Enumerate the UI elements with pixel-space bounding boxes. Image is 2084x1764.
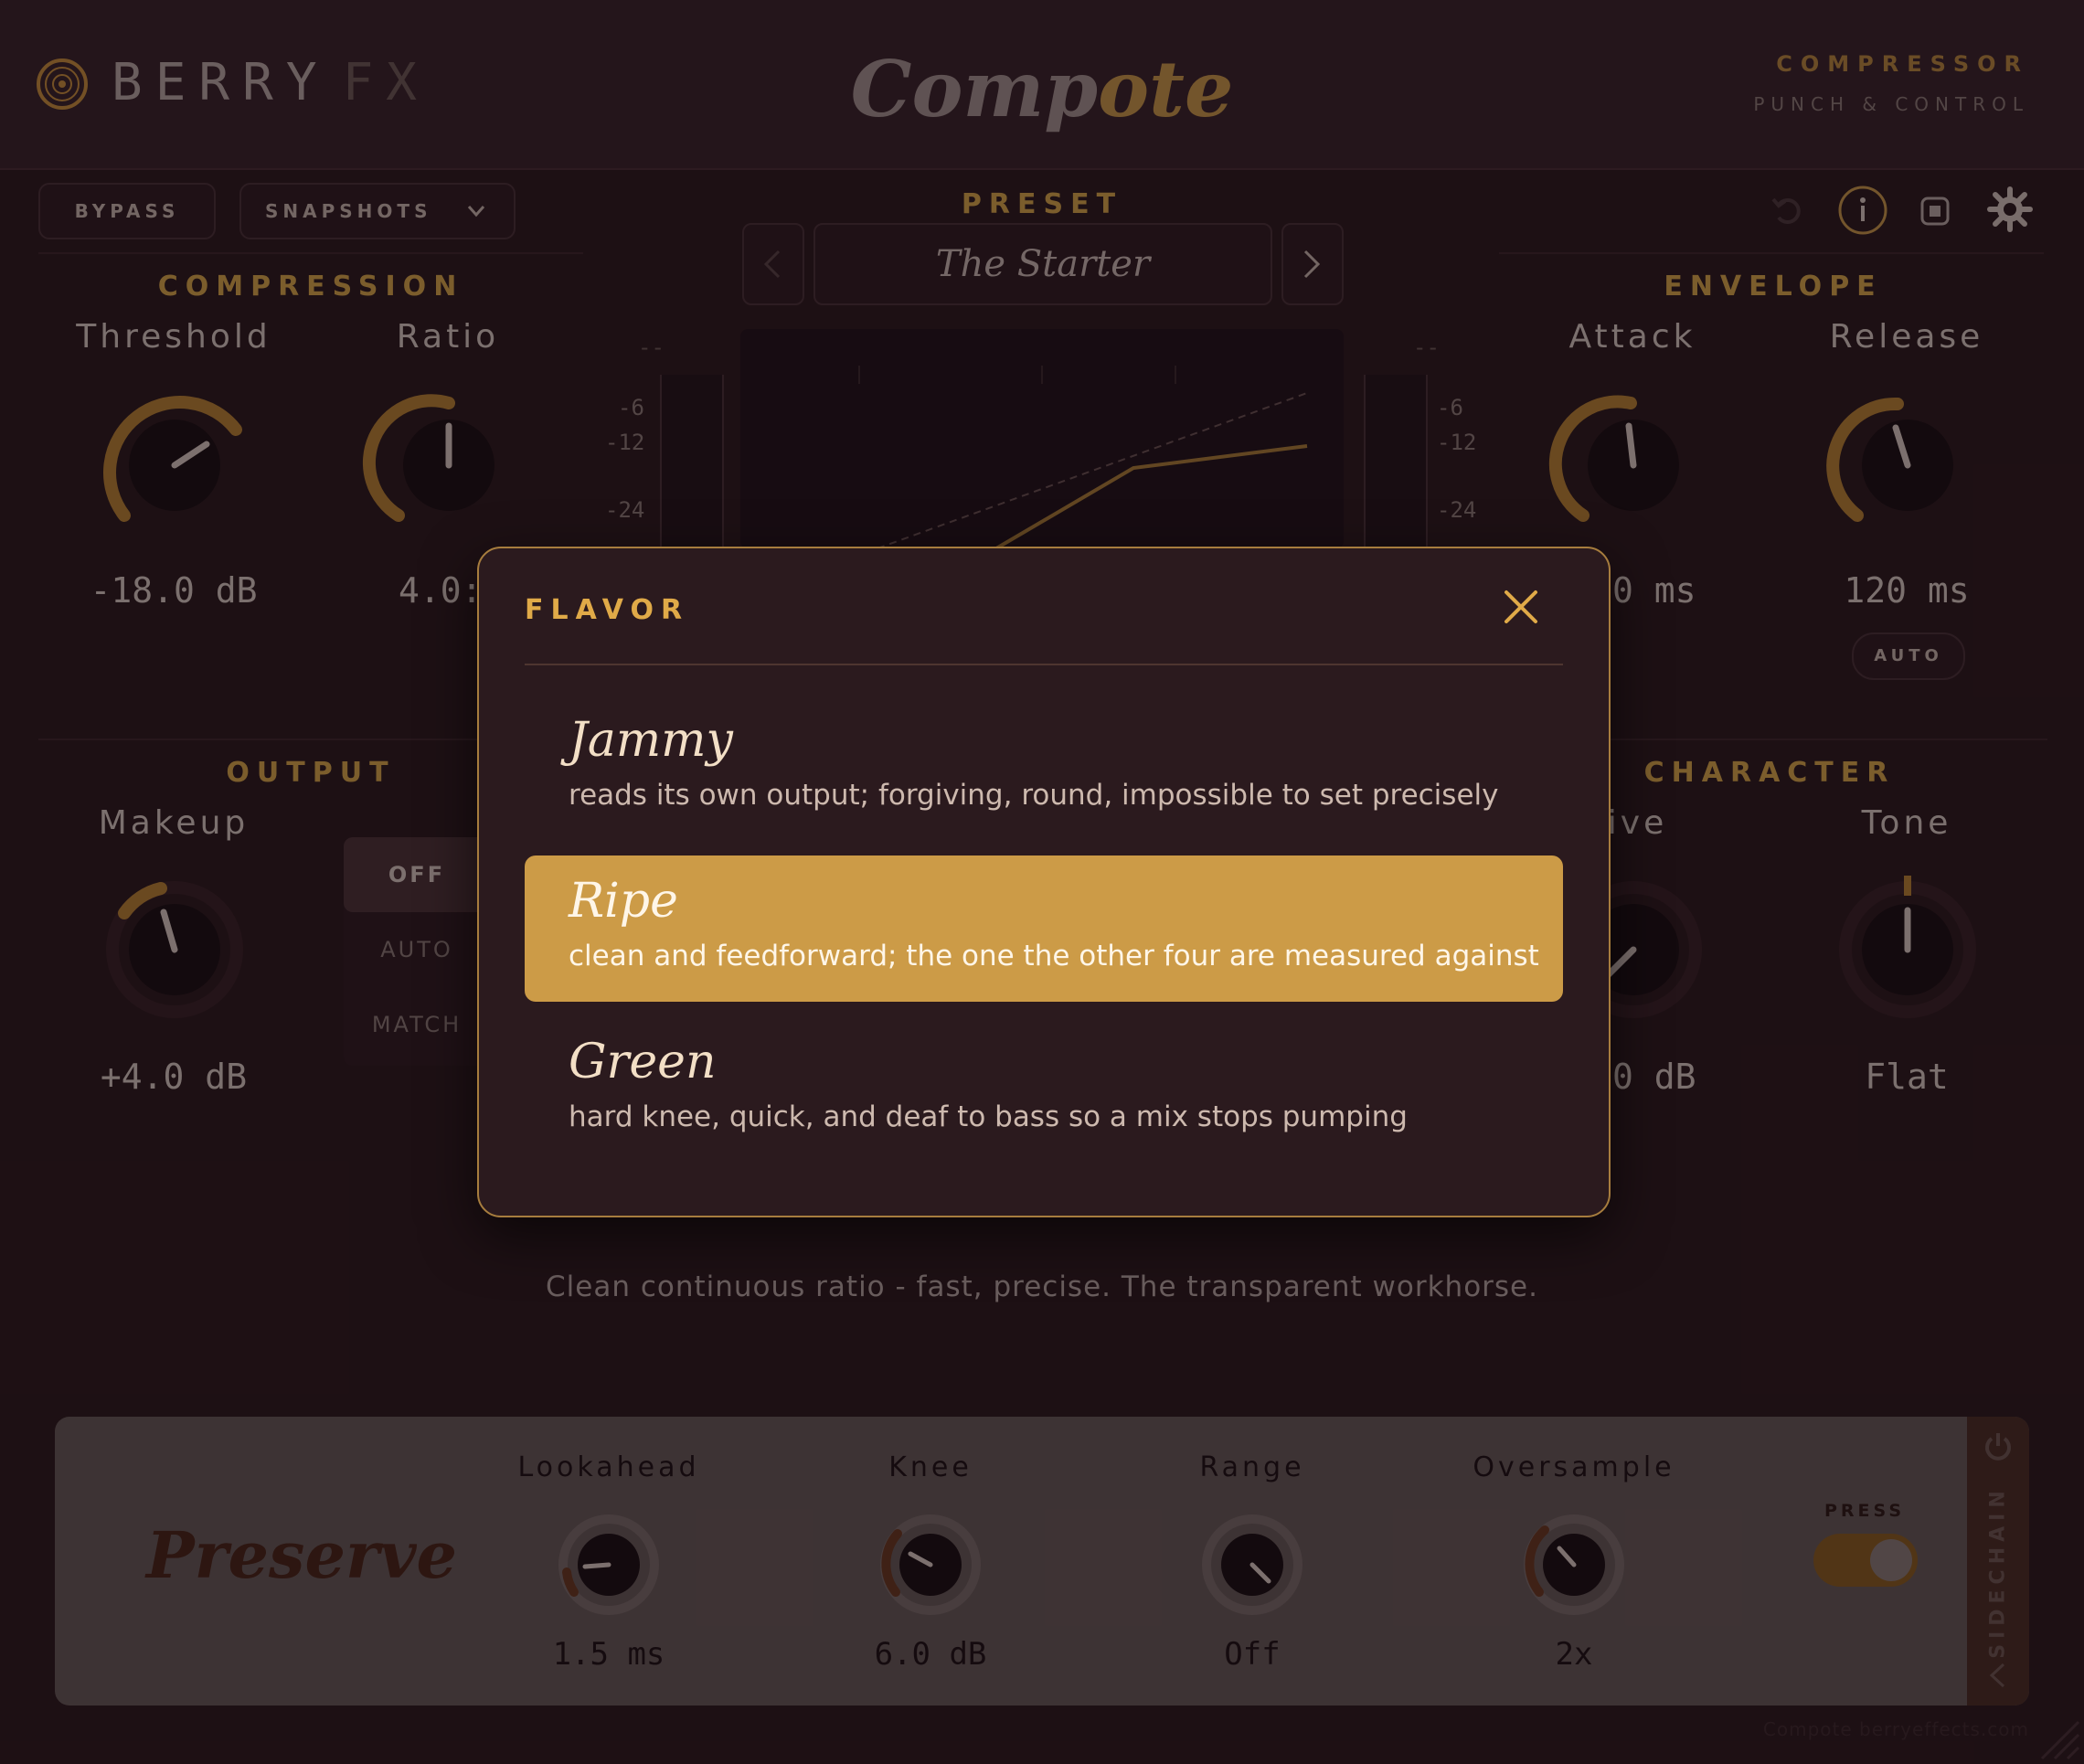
flavor-dialog: FLAVOR Jammy reads its own output; forgi… xyxy=(477,547,1611,1217)
flavor-option-jammy[interactable]: Jammy reads its own output; forgiving, r… xyxy=(525,695,1563,841)
flavor-option-name: Jammy xyxy=(569,713,733,768)
flavor-option-desc: hard knee, quick, and deaf to bass so a … xyxy=(569,1100,1408,1133)
close-icon[interactable] xyxy=(1501,587,1541,627)
plugin-window: BERRY FX Compote COMPRESSOR PUNCH & CONTR… xyxy=(0,0,2084,1764)
flavor-dialog-divider xyxy=(525,664,1563,665)
flavor-dialog-title: FLAVOR xyxy=(525,594,690,626)
flavor-option-name: Ripe xyxy=(569,874,678,929)
flavor-option-desc: clean and feedforward; the one the other… xyxy=(569,940,1539,972)
flavor-option-ripe[interactable]: Ripe clean and feedforward; the one the … xyxy=(525,855,1563,1002)
flavor-option-desc: reads its own output; forgiving, round, … xyxy=(569,779,1499,812)
flavor-option-green[interactable]: Green hard knee, quick, and deaf to bass… xyxy=(525,1016,1563,1163)
flavor-option-name: Green xyxy=(569,1035,717,1089)
